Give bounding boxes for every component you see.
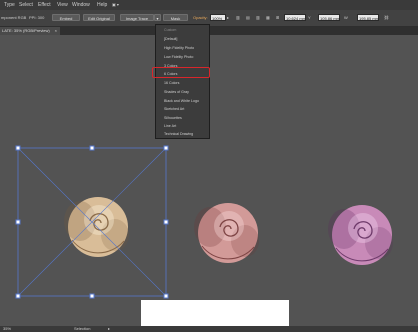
resize-handle-bottom[interactable]: [89, 293, 95, 299]
trace-presets-dropdown-button[interactable]: ▾: [154, 14, 161, 21]
resize-handle-top[interactable]: [89, 145, 95, 151]
white-caption-box: [141, 300, 289, 328]
resize-handle-bottom-left[interactable]: [15, 293, 21, 299]
close-icon[interactable]: ×: [55, 27, 57, 35]
preset-high-fidelity-photo[interactable]: High Fidelity Photo: [164, 46, 194, 50]
resize-handle-bottom-right[interactable]: [163, 293, 169, 299]
preset-shades-of-gray[interactable]: Shades of Gray: [164, 90, 189, 94]
rose-image-beige[interactable]: [64, 197, 129, 257]
preset-line-art[interactable]: Line Art: [164, 124, 176, 128]
reference-point-icon[interactable]: ⊞: [276, 15, 279, 20]
rose-image-pink[interactable]: [194, 203, 259, 263]
resize-handle-top-left[interactable]: [15, 145, 21, 151]
opacity-field[interactable]: 100%: [210, 14, 226, 21]
image-trace-button[interactable]: Image Trace: [120, 14, 154, 21]
embed-button[interactable]: Embed: [52, 14, 80, 21]
ppi-label: PPI: 300: [29, 15, 45, 20]
w-label-icon: W: [344, 15, 348, 20]
y-label-icon: Y: [308, 15, 311, 20]
w-field[interactable]: 195.85 mm: [357, 14, 379, 21]
status-bar: 35% Selection ▸: [0, 326, 418, 332]
link-icon[interactable]: ⛓: [384, 15, 389, 20]
opacity-label[interactable]: Opacity:: [193, 15, 208, 20]
trace-presets-menu: Custom [Default] High Fidelity Photo Low…: [155, 24, 210, 139]
preset-low-fidelity-photo[interactable]: Low Fidelity Photo: [164, 55, 193, 59]
zoom-level[interactable]: 35%: [3, 326, 11, 332]
rose-image-lilac[interactable]: [328, 205, 393, 265]
preset-custom[interactable]: Custom: [164, 28, 176, 32]
align-icon-3[interactable]: ▥: [256, 15, 260, 20]
document-tab[interactable]: LATE: 35% (RGB/Preview) ×: [0, 27, 60, 35]
current-tool[interactable]: Selection: [74, 326, 90, 332]
chevron-down-icon: ▾: [156, 16, 159, 21]
x-field[interactable]: 10.624 mm: [284, 14, 306, 21]
preset-16-colors[interactable]: 16 Colors: [164, 81, 179, 85]
color-mode-label: mponent RGB: [1, 15, 27, 20]
menu-effect[interactable]: Effect: [38, 0, 51, 10]
menu-type[interactable]: Type: [4, 0, 15, 10]
edit-original-button[interactable]: Edit Original: [83, 14, 115, 21]
menu-bar: Type Select Effect View Window Help ▣ ▾: [0, 0, 418, 10]
y-field[interactable]: 105.86 mm: [318, 14, 340, 21]
align-icon[interactable]: ▥: [236, 15, 240, 20]
resize-handle-right[interactable]: [163, 219, 169, 225]
preset-highlight-outline: [152, 67, 210, 78]
document-tab-title: LATE: 35% (RGB/Preview): [2, 28, 50, 33]
selection-bounding-box[interactable]: [15, 145, 169, 299]
preset-black-and-white-logo[interactable]: Black and White Logo: [164, 99, 199, 103]
preset-technical-drawing[interactable]: Technical Drawing: [164, 132, 193, 136]
menu-select[interactable]: Select: [19, 0, 33, 10]
menu-view[interactable]: View: [57, 0, 68, 10]
align-icon-2[interactable]: ▤: [246, 15, 250, 20]
opacity-dropdown-icon[interactable]: ▸: [227, 15, 229, 20]
menu-help[interactable]: Help: [97, 0, 107, 10]
preset-sketched-art[interactable]: Sketched Art: [164, 107, 184, 111]
preset-silhouettes[interactable]: Silhouettes: [164, 116, 182, 120]
mask-button[interactable]: Mask: [163, 14, 188, 21]
status-arrow-icon[interactable]: ▸: [108, 326, 110, 332]
resize-handle-left[interactable]: [15, 219, 21, 225]
menu-window[interactable]: Window: [72, 0, 90, 10]
resize-handle-top-right[interactable]: [163, 145, 169, 151]
workspace-switcher-icon[interactable]: ▣ ▾: [112, 0, 119, 10]
preset-default[interactable]: [Default]: [164, 37, 177, 41]
transform-icon[interactable]: ▦: [266, 15, 270, 20]
